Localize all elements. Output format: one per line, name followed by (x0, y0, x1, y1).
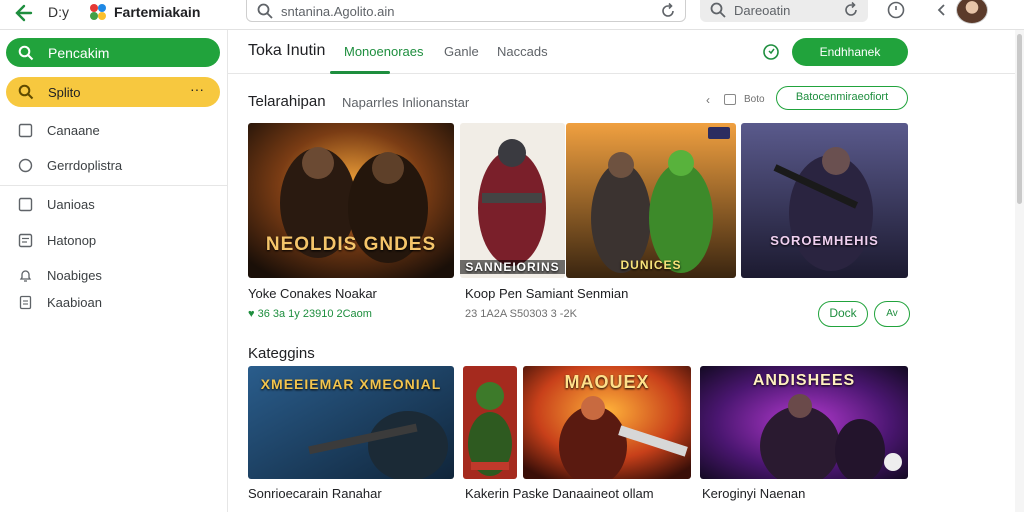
category-card-3[interactable]: MAOUEX (523, 366, 691, 479)
tab-3[interactable]: Naccads (497, 44, 548, 59)
app-name: D:y (48, 4, 69, 20)
search-icon (18, 84, 34, 100)
sidebar-item-5[interactable]: Noabiges (14, 265, 214, 287)
sidebar: Pencakim Splito ··· Canaane Gerrdoplistr… (0, 30, 228, 512)
avatar[interactable] (956, 0, 988, 24)
category-card-1[interactable]: XMEEIEMAR XMEONIAL (248, 366, 454, 479)
game-card-2[interactable]: SANNEIORINS (460, 123, 565, 278)
sidebar-item-label: Noabiges (47, 268, 102, 283)
sidebar-item-label: Uanioas (47, 197, 95, 212)
category-card-caption: XMEEIEMAR XMEONIAL (260, 376, 442, 392)
info-icon[interactable] (762, 43, 780, 61)
search-icon (18, 45, 34, 61)
game-art-image (741, 123, 908, 278)
primary-action-button[interactable]: Endhhanek (792, 38, 908, 66)
section-subtitle: Naparrles Inlionanstar (342, 95, 470, 110)
clock-icon[interactable] (886, 0, 906, 20)
tab-bar: Toka Inutin Monoenoraes Ganle Naccads En… (228, 30, 1024, 74)
back-arrow-icon[interactable] (10, 2, 34, 24)
game-card-3[interactable]: DUNICES (566, 123, 736, 278)
sidebar-item-label: Splito (48, 85, 81, 100)
square-icon (18, 123, 33, 138)
search-text: sntanina.Agolito.ain (281, 4, 395, 19)
section-action-button[interactable]: Batocenmiraeofiort (776, 86, 908, 110)
active-tab-indicator (330, 71, 390, 74)
list-icon (18, 233, 33, 248)
document-icon (19, 295, 32, 310)
refresh-icon[interactable] (659, 2, 677, 20)
sidebar-item-label: Gerrdoplistra (47, 158, 123, 173)
sidebar-item-active[interactable]: Splito ··· (6, 77, 220, 107)
sidebar-item-1[interactable]: Canaane (14, 120, 214, 142)
bell-icon (19, 270, 32, 282)
game-meta-text: 23 1A2A S50303 3 -2K (465, 308, 577, 320)
game-card-caption: SOROEMHEHIS (770, 233, 879, 248)
category-card-caption: ANDISHEES (752, 372, 856, 389)
refresh-icon[interactable] (842, 1, 860, 19)
category-card-4[interactable]: ANDISHEES (700, 366, 908, 479)
secondary-search-text: Dareoatin (734, 3, 791, 18)
square-icon (18, 197, 33, 212)
scrollbar[interactable] (1015, 30, 1024, 512)
pager[interactable]: ‹ Boto (706, 92, 776, 108)
game-title[interactable]: Yoke Conakes Noakar (248, 286, 377, 301)
chevron-left-icon[interactable] (934, 2, 950, 18)
category-art-image (463, 366, 517, 479)
sidebar-divider (0, 185, 228, 186)
sidebar-item-4[interactable]: Hatonop (14, 230, 214, 252)
scrollbar-thumb[interactable] (1017, 34, 1022, 204)
secondary-search-input[interactable]: Dareoatin (700, 0, 868, 22)
chevron-left-icon[interactable]: ‹ (706, 93, 710, 107)
category-item-title[interactable]: Sonrioecarain Ranahar (248, 486, 382, 501)
top-bar: D:y Fartemiakain sntanina.Agolito.ain Da… (0, 0, 1024, 30)
tab-2[interactable]: Ganle (444, 44, 479, 59)
pager-label: Boto (744, 94, 765, 105)
category-card-caption: MAOUEX (564, 372, 650, 392)
sidebar-item-label: Hatonop (47, 233, 97, 248)
game-title[interactable]: Koop Pen Samiant Senmian (465, 286, 628, 301)
game-card-caption: DUNICES (620, 258, 682, 272)
game-art-image (566, 123, 736, 278)
section-title: Telarahipan (248, 93, 326, 110)
game-card-caption: SANNEIORINS (460, 260, 565, 274)
game-meta: ♥ 36 3a 1y 23910 2Caom (248, 308, 372, 320)
tab-1[interactable]: Monoenoraes (344, 44, 424, 59)
search-icon (257, 3, 273, 19)
page-title: Toka Inutin (248, 42, 326, 59)
brand-name: Fartemiakain (114, 4, 201, 20)
dock-button[interactable]: Dock (818, 301, 868, 327)
verified-icon: ♥ (248, 308, 255, 320)
sidebar-item-label: Pencakim (48, 45, 110, 61)
category-card-2[interactable] (463, 366, 517, 479)
more-options-icon[interactable]: ··· (190, 81, 204, 97)
sidebar-item-primary[interactable]: Pencakim (6, 38, 220, 67)
card-badge (708, 127, 730, 139)
game-card-1[interactable]: NEOLDIS GNDES (248, 123, 454, 278)
category-item-title[interactable]: Keroginyi Naenan (702, 486, 805, 501)
game-card-4[interactable]: SOROEMHEHIS (741, 123, 908, 278)
search-icon (710, 2, 726, 18)
categories-title: Kateggins (248, 345, 315, 362)
play-icon[interactable] (884, 453, 902, 471)
sidebar-item-2[interactable]: Gerrdoplistra (14, 155, 214, 177)
game-meta-text: 36 3a 1y 23910 2Caom (257, 308, 372, 320)
game-art-image (460, 123, 565, 278)
search-input[interactable]: sntanina.Agolito.ain (246, 0, 686, 22)
sidebar-item-6[interactable]: Kaabioan (14, 292, 214, 314)
category-item-title[interactable]: Kakerin Paske Danaaineot ollam (465, 486, 654, 501)
sidebar-item-label: Canaane (47, 123, 100, 138)
camera-icon (724, 94, 736, 105)
small-action-button[interactable]: Av (874, 301, 910, 327)
game-card-caption: NEOLDIS GNDES (265, 234, 437, 255)
circle-icon (18, 158, 33, 173)
brand-logo-icon (90, 4, 106, 20)
sidebar-item-label: Kaabioan (47, 295, 102, 310)
sidebar-item-3[interactable]: Uanioas (14, 194, 214, 216)
